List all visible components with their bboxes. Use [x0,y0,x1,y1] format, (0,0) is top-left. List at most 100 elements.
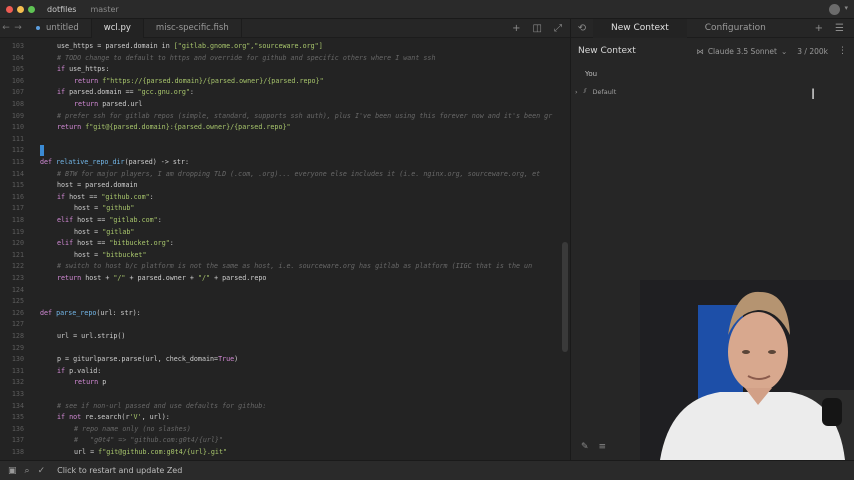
code-line[interactable]: 121 host = "bitbucket" [0,250,570,262]
code-line[interactable]: 135 if not re.search(r'V', url): [0,412,570,424]
code-line[interactable]: 123 return host + "/" + parsed.owner + "/… [0,273,570,285]
code-line[interactable]: 133 [0,389,570,401]
sidebar-toggle-icon[interactable]: ▣ [8,466,17,476]
split-pane-icon[interactable]: ◫ [533,23,542,34]
line-number: 106 [11,76,24,85]
code-line[interactable]: 120 elif host == "bitbucket.org": [0,238,570,250]
code-text: # prefer ssh for gitlab repos (simple, s… [57,111,552,123]
code-line[interactable]: 116 if host == "github.com": [0,192,570,204]
code-token: relative_repo_dir [56,158,125,166]
code-line[interactable]: 128 url = url.strip() [0,331,570,343]
code-line[interactable]: 132 return p [0,377,570,389]
code-line[interactable]: 127 [0,319,570,331]
code-line[interactable]: 114 # BTW for major players, I am droppin… [0,169,570,181]
code-line[interactable]: 134 # see if non-url passed and use defau… [0,401,570,413]
code-line[interactable]: 136 # repo name only (no slashes) [0,424,570,436]
tab-wcl-py[interactable]: wcl.py [91,18,144,38]
code-editor[interactable]: 103 use_https = parsed.domain in ["gitlab… [0,38,570,460]
search-icon[interactable]: ⌕ [25,466,30,476]
code-line[interactable]: 107 if parsed.domain == "gcc.gnu.org": [0,87,570,99]
tab-label: wcl.py [103,23,131,33]
forward-arrow-icon[interactable]: → [12,23,24,33]
code-token: parse_repo [56,308,97,317]
code-line[interactable]: 125 [0,296,570,308]
code-text: def relative_repo_dir(parsed) -> str: [40,157,189,169]
edit-icon[interactable]: ✎ [581,442,589,452]
line-number: 128 [11,332,24,340]
tab-new-context[interactable]: New Context [593,18,687,38]
history-icon[interactable]: ⟲ [571,23,593,34]
code-token: f"https://{parsed.domain}/{parsed.owner}… [102,76,324,85]
chevron-down-icon[interactable]: ▾ [844,4,848,12]
code-line[interactable]: 109 # prefer ssh for gitlab repos (simple… [0,111,570,123]
code-token: f"git@{parsed.domain}:{parsed.owner}/{pa… [85,123,291,132]
zoom-window-button[interactable] [28,5,35,13]
code-token: parsed.domain == [69,88,138,97]
more-options-icon[interactable]: ⋮ [838,46,847,56]
code-token: host == [77,216,110,224]
code-line[interactable]: 110 return f"git@{parsed.domain}:{parsed.… [0,122,570,134]
code-line[interactable]: 138 url = f"git@github.com:g0t4/{url}.git… [0,447,570,459]
code-line[interactable]: 105 if use_https: [0,64,570,76]
code-line[interactable]: 119 host = "gitlab" [0,227,570,239]
line-number: 126 [11,308,24,317]
plus-icon[interactable]: + [512,23,520,34]
code-text: return f"git@{parsed.domain}:{parsed.own… [57,122,291,134]
code-line[interactable]: 129 [0,343,570,355]
code-line[interactable]: 126 def parse_repo(url: str): [0,308,570,320]
code-token: host = parsed.domain [57,181,138,190]
code-token: use_https: [69,65,110,74]
back-arrow-icon[interactable]: ← [0,23,12,33]
line-number: 133 [11,390,24,398]
code-line[interactable]: 103 use_https = parsed.domain in ["gitlab… [0,41,570,53]
expand-icon[interactable]: ⤢ [554,23,562,34]
plus-icon[interactable]: + [815,23,823,34]
code-line[interactable]: 124 [0,285,570,297]
list-icon[interactable]: ≡ [599,442,607,452]
status-bar: ▣ ⌕ ✓ Click to restart and update Zed [0,460,854,480]
line-number: 120 [11,239,24,248]
code-token: "/" [197,274,211,282]
tab-untitled[interactable]: untitled [24,18,92,38]
code-line[interactable]: 104 # TODO change to default to https and… [0,53,570,65]
menu-icon[interactable]: ☰ [835,23,844,34]
code-token: "gcc.gnu.org" [137,88,190,97]
code-line[interactable]: 115 host = parsed.domain [0,180,570,192]
code-line[interactable]: 113 def relative_repo_dir(parsed) -> str: [0,157,570,169]
code-line[interactable]: 108 return parsed.url [0,99,570,111]
code-token: # BTW for major players, I am dropping T… [57,169,541,178]
code-text: elif host == "bitbucket.org": [57,238,174,250]
code-text: # BTW for major players, I am dropping T… [57,169,540,181]
code-text: if not re.search(r'V', url): [57,412,170,424]
line-number: 118 [11,216,24,224]
code-line[interactable]: 137 # "g0t4" => "github.com:g0t4/{url}" [0,435,570,447]
model-selector[interactable]: ⋈ Claude 3.5 Sonnet ⌄ [696,47,787,56]
line-number: 130 [11,355,24,364]
line-number: 103 [11,42,24,50]
tab-configuration[interactable]: Configuration [687,19,784,38]
code-line[interactable]: 117 host = "github" [0,203,570,215]
code-token: "github.com" [101,192,150,201]
code-line[interactable]: 122 # switch to host b/c platform is not … [0,261,570,273]
project-name[interactable]: dotfiles [47,5,76,14]
user-avatar[interactable] [829,4,840,15]
code-line[interactable]: 106 return f"https://{parsed.domain}/{par… [0,76,570,88]
close-window-button[interactable] [6,5,13,13]
code-token: # prefer ssh for gitlab repos (simple, s… [57,111,553,120]
line-number: 109 [11,111,24,120]
code-line[interactable]: 130 p = giturlparse.parse(url, check_doma… [0,354,570,366]
git-branch[interactable]: master [90,5,118,14]
editor-scrollbar[interactable] [562,242,568,352]
code-line[interactable]: 131 if p.valid: [0,366,570,378]
update-notice[interactable]: Click to restart and update Zed [57,466,182,475]
tab-misc-specific-fish[interactable]: misc-specific.fish [144,18,242,38]
code-token: host == [69,192,102,201]
checkmark-icon: ✓ [37,465,46,476]
code-token: f"git@github.com:g0t4/{url}.git" [98,448,228,456]
code-line[interactable]: 118 elif host == "gitlab.com": [0,215,570,227]
window-controls [6,5,35,13]
code-line[interactable]: 112 [0,145,570,157]
code-text: if parsed.domain == "gcc.gnu.org": [57,87,194,99]
code-line[interactable]: 111 [0,134,570,146]
minimize-window-button[interactable] [17,5,24,13]
